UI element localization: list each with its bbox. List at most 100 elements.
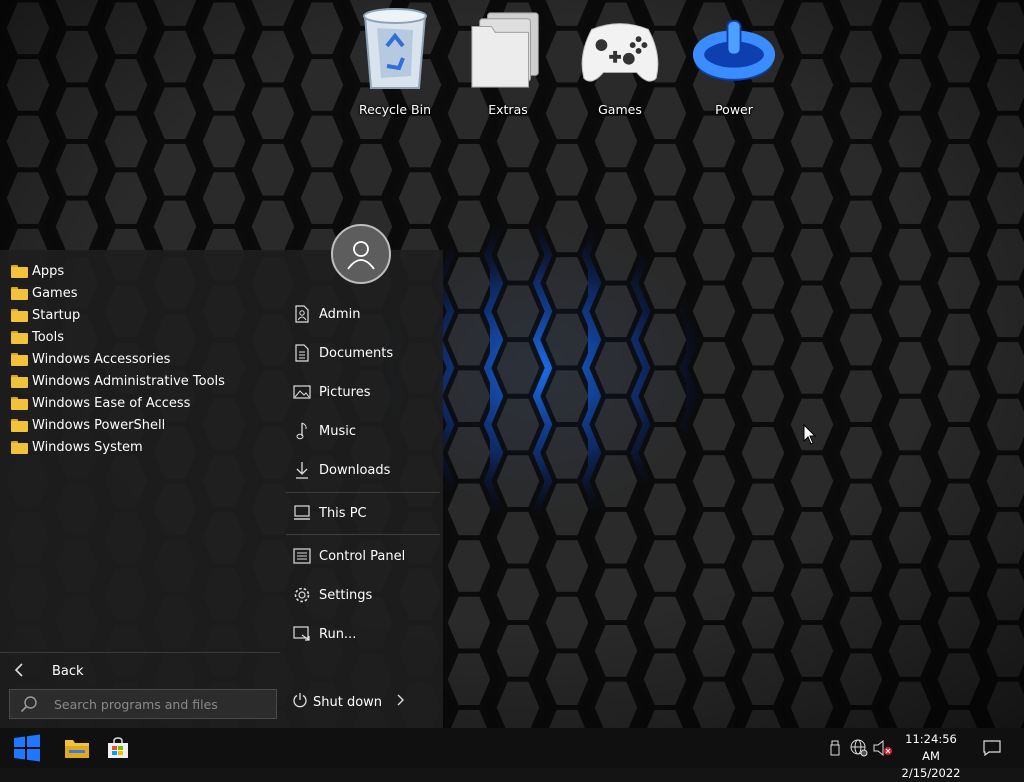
folder-icon (11, 286, 28, 300)
windows-logo-icon (14, 734, 40, 762)
desktop-icon-extras[interactable]: Extras (456, 4, 560, 128)
program-label: Windows System (32, 439, 143, 455)
divider (286, 492, 440, 493)
place-label: Settings (319, 587, 373, 603)
back-label: Back (52, 663, 84, 679)
user-icon (347, 241, 375, 270)
desktop-icon-label: Games (598, 102, 642, 117)
place-label: Documents (319, 345, 394, 361)
folder-icon (11, 308, 28, 322)
globe-icon (850, 739, 868, 757)
program-label: Apps (32, 263, 65, 279)
place-pictures[interactable]: Pictures (284, 374, 439, 410)
folder-icon (11, 374, 28, 388)
program-label: Startup (32, 307, 81, 323)
power-icon (292, 692, 308, 712)
start-button[interactable] (6, 728, 48, 768)
folder-icon (11, 440, 28, 454)
place-label: Downloads (319, 462, 391, 478)
place-settings[interactable]: Settings (284, 577, 439, 613)
folder-stack-icon (466, 4, 550, 94)
place-control-panel[interactable]: Control Panel (284, 538, 439, 574)
notification-icon (983, 740, 1001, 756)
program-label: Windows Accessories (32, 351, 171, 367)
desktop-icon-label: Extras (488, 102, 528, 117)
program-label: Tools (32, 329, 65, 345)
tray-usb[interactable] (826, 728, 844, 768)
program-folder-windows-system[interactable]: Windows System (0, 436, 282, 458)
picture-icon (291, 383, 313, 401)
volume-muted-icon (873, 740, 892, 756)
chevron-right-icon[interactable] (396, 694, 405, 710)
chevron-left-icon (14, 662, 34, 681)
start-menu-places: Admin Documents Pictures Music Downloads (284, 250, 443, 728)
taskbar-store[interactable] (98, 728, 138, 768)
program-folder-apps[interactable]: Apps (0, 260, 282, 282)
taskbar-file-explorer[interactable] (56, 728, 98, 768)
folder-icon (11, 264, 28, 278)
place-this-pc[interactable]: This PC (284, 495, 439, 531)
shutdown-label: Shut down (313, 694, 383, 710)
gamepad-icon (578, 4, 662, 94)
program-folder-windows-ease-of-access[interactable]: Windows Ease of Access (0, 392, 282, 414)
document-icon (291, 344, 313, 362)
program-folder-startup[interactable]: Startup (0, 304, 282, 326)
store-bag-icon (108, 737, 128, 758)
music-note-icon (291, 422, 313, 440)
shutdown-button[interactable]: Shut down (292, 692, 405, 712)
program-label: Windows Ease of Access (32, 395, 191, 411)
tray-volume[interactable] (872, 728, 894, 768)
program-folder-tools[interactable]: Tools (0, 326, 282, 348)
back-button[interactable]: Back (0, 657, 280, 685)
place-downloads[interactable]: Downloads (284, 452, 439, 488)
folder-icon (11, 352, 28, 366)
desktop-icon-label: Power (715, 102, 753, 117)
place-label: Run... (319, 626, 357, 642)
program-label: Games (32, 285, 78, 301)
place-admin[interactable]: Admin (284, 296, 439, 332)
desktop-icon-games[interactable]: Games (568, 4, 672, 128)
run-icon (291, 625, 313, 643)
taskbar-clock[interactable]: 11:24:56 AM 2/15/2022 (896, 731, 966, 782)
desktop[interactable]: Recycle Bin Extras Games Power Apps Game… (0, 0, 1024, 728)
program-folder-windows-powershell[interactable]: Windows PowerShell (0, 414, 282, 436)
folder-icon (11, 418, 28, 432)
usb-drive-icon (830, 740, 840, 756)
place-music[interactable]: Music (284, 413, 439, 449)
divider (0, 652, 280, 653)
desktop-icon-recycle-bin[interactable]: Recycle Bin (343, 4, 447, 128)
start-menu: Apps Games Startup Tools Windows Accesso… (0, 250, 443, 728)
program-label: Windows Administrative Tools (32, 373, 225, 389)
control-panel-icon (291, 547, 313, 565)
desktop-icon-power[interactable]: Power (682, 4, 786, 128)
program-label: Windows PowerShell (32, 417, 166, 433)
download-icon (291, 461, 313, 479)
user-document-icon (291, 305, 313, 323)
place-label: Pictures (319, 384, 371, 400)
notification-center-button[interactable] (980, 728, 1004, 768)
search-icon (20, 696, 37, 713)
program-folder-games[interactable]: Games (0, 282, 282, 304)
computer-icon (291, 504, 313, 522)
search-box[interactable] (9, 689, 277, 719)
program-folder-windows-accessories[interactable]: Windows Accessories (0, 348, 282, 370)
search-input[interactable] (52, 695, 266, 713)
place-label: Admin (319, 306, 361, 322)
folder-icon (11, 330, 28, 344)
power-icon (692, 4, 776, 94)
place-label: Music (319, 423, 356, 439)
desktop-icon-label: Recycle Bin (358, 102, 432, 117)
recycle-bin-icon (353, 4, 437, 94)
program-folder-windows-administrative-tools[interactable]: Windows Administrative Tools (0, 370, 282, 392)
mouse-cursor (803, 423, 817, 450)
place-run[interactable]: Run... (284, 616, 439, 652)
tray-network[interactable] (848, 728, 870, 768)
place-documents[interactable]: Documents (284, 335, 439, 371)
program-list: Apps Games Startup Tools Windows Accesso… (0, 260, 282, 458)
folder-icon (11, 396, 28, 410)
gear-icon (291, 586, 313, 604)
divider (286, 534, 440, 535)
user-avatar[interactable] (331, 224, 391, 284)
clock-time: 11:24:56 AM (905, 732, 957, 763)
file-explorer-icon (65, 740, 89, 758)
